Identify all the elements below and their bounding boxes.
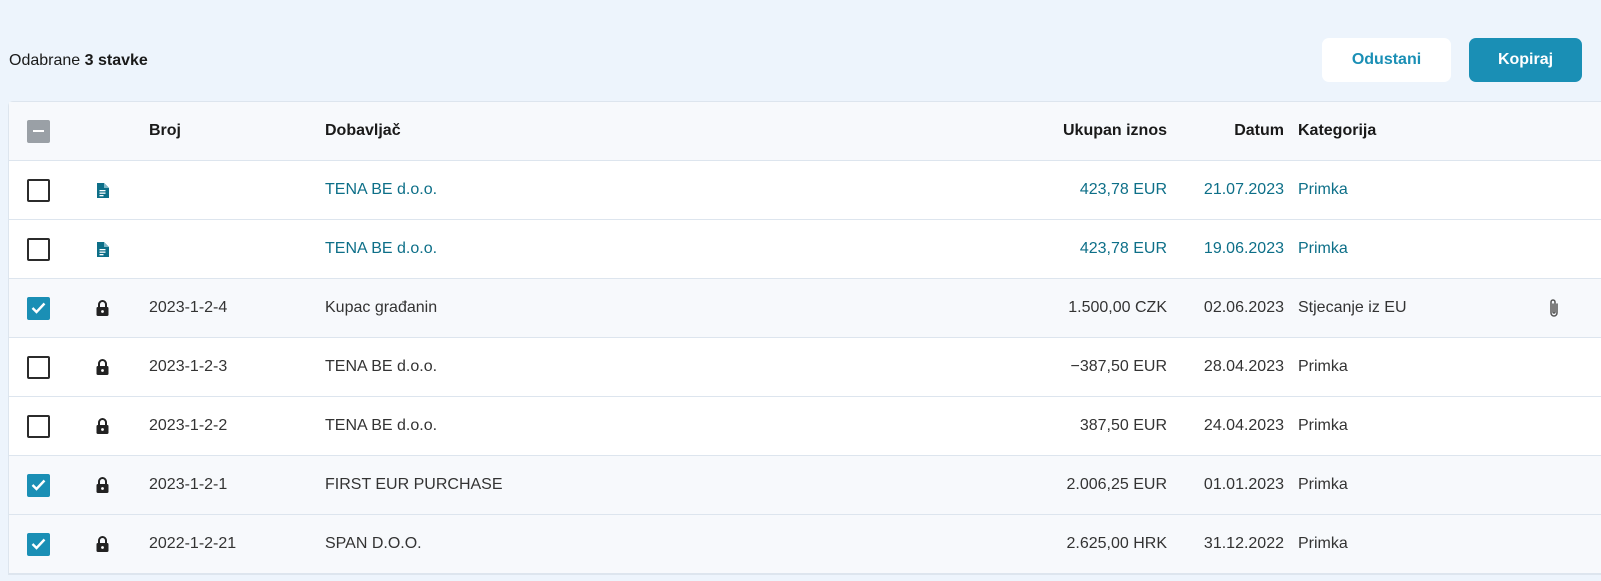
row-checkbox-cell [27,515,51,573]
cell-kategorija: Primka [1298,240,1348,257]
lock-icon [92,515,112,573]
cell-broj: 2022-1-2-21 [149,535,237,552]
row-checkbox[interactable] [27,532,50,556]
row-checkbox-cell [27,397,51,455]
cell-iznos: 423,78 EUR [1079,181,1167,198]
column-header-dobavljac[interactable]: Dobavljač [325,102,401,160]
table-header: Broj Dobavljač Ukupan iznos Datum Katego… [9,102,1601,161]
row-checkbox[interactable] [27,237,50,261]
selection-toolbar: Odabrane 3 stavke Odustani Kopiraj [0,0,1601,100]
selection-count: 3 stavke [84,52,148,69]
cell-iznos: 2.625,00 HRK [1066,535,1167,552]
cell-iznos: −387,50 EUR [1070,358,1167,375]
table-row[interactable]: 2022-1-2-21 SPAN D.O.O. 2.625,00 HRK 31.… [9,515,1601,574]
table-row[interactable]: 2023-1-2-1 FIRST EUR PURCHASE 2.006,25 E… [9,456,1601,515]
table-row[interactable]: TENA BE d.o.o. 423,78 EUR 19.06.2023 Pri… [9,220,1601,279]
cell-kategorija: Primka [1298,417,1348,434]
column-header-iznos[interactable]: Ukupan iznos [1063,102,1167,160]
cell-dobavljac: SPAN D.O.O. [325,535,422,552]
table-row[interactable]: 2023-1-2-2 TENA BE d.o.o. 387,50 EUR 24.… [9,397,1601,456]
cancel-button[interactable]: Odustani [1322,38,1451,82]
row-checkbox-cell [27,338,51,396]
cell-iznos: 387,50 EUR [1079,417,1167,434]
selection-prefix: Odabrane [9,52,81,69]
table-row[interactable]: TENA BE d.o.o. 423,78 EUR 21.07.2023 Pri… [9,161,1601,220]
column-header-kategorija[interactable]: Kategorija [1298,102,1376,160]
cell-datum: 24.04.2023 [1203,417,1284,434]
cell-datum: 01.01.2023 [1203,476,1284,493]
cell-broj: 2023-1-2-1 [149,476,228,493]
row-checkbox-cell [27,456,51,514]
lock-icon [92,456,112,514]
copy-button[interactable]: Kopiraj [1469,38,1582,82]
row-checkbox-cell [27,220,51,278]
row-checkbox[interactable] [27,473,50,497]
paperclip-icon[interactable] [1544,279,1564,337]
cell-iznos: 2.006,25 EUR [1066,476,1167,493]
row-checkbox-cell [27,279,51,337]
row-checkbox-cell [27,161,51,219]
row-checkbox[interactable] [27,178,50,202]
cell-datum: 31.12.2022 [1203,535,1284,552]
cell-broj: 2023-1-2-4 [149,299,228,316]
cell-datum: 19.06.2023 [1203,240,1284,257]
row-checkbox[interactable] [27,296,50,320]
column-header-datum[interactable]: Datum [1234,102,1284,160]
column-header-broj[interactable]: Broj [149,102,181,160]
table-row[interactable]: 2023-1-2-4 Kupac građanin 1.500,00 CZK 0… [9,279,1601,338]
cell-iznos: 1.500,00 CZK [1068,299,1167,316]
lock-icon [92,397,112,455]
cell-kategorija: Stjecanje iz EU [1298,299,1407,316]
cell-broj: 2023-1-2-2 [149,417,228,434]
cell-kategorija: Primka [1298,535,1348,552]
cell-datum: 02.06.2023 [1203,299,1284,316]
cell-dobavljac: TENA BE d.o.o. [325,358,438,375]
documents-table: Broj Dobavljač Ukupan iznos Datum Katego… [8,101,1601,575]
lock-icon [92,338,112,396]
document-icon [92,161,112,219]
cell-dobavljac[interactable]: TENA BE d.o.o. [325,220,437,278]
lock-icon [92,279,112,337]
row-checkbox[interactable] [27,355,50,379]
cell-dobavljac: FIRST EUR PURCHASE [325,476,503,493]
cell-kategorija: Primka [1298,181,1348,198]
document-icon [92,220,112,278]
select-all-checkbox[interactable] [27,119,50,143]
row-checkbox[interactable] [27,414,50,438]
cell-kategorija: Primka [1298,476,1348,493]
table-row[interactable]: 2023-1-2-3 TENA BE d.o.o. −387,50 EUR 28… [9,338,1601,397]
cell-dobavljac: Kupac građanin [325,299,438,316]
cell-iznos: 423,78 EUR [1079,240,1167,257]
cell-datum: 21.07.2023 [1203,181,1284,198]
cell-dobavljac[interactable]: TENA BE d.o.o. [325,161,437,219]
selection-info: Odabrane 3 stavke [9,52,148,70]
cell-dobavljac: TENA BE d.o.o. [325,417,438,434]
cell-broj: 2023-1-2-3 [149,358,228,375]
cell-datum: 28.04.2023 [1203,358,1284,375]
cell-kategorija: Primka [1298,358,1348,375]
select-all-cell [27,102,51,160]
